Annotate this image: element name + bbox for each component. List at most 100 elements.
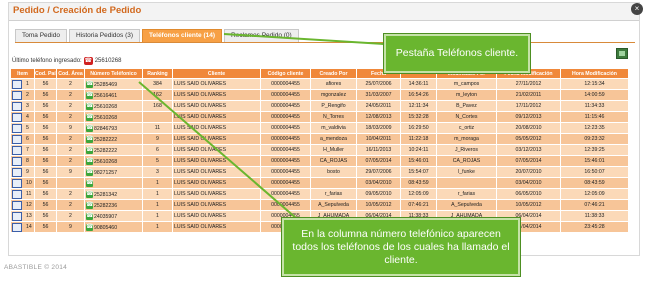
table-cell: LUIS SAID OLIVARES (172, 122, 261, 134)
edit-icon[interactable] (12, 79, 22, 89)
table-row[interactable]: 12 56 2 ☎25282236 1 LUIS SAID OLIVARES 0000004… (10, 199, 629, 211)
table-cell: 56 (34, 111, 57, 123)
phone-icon[interactable]: ☎ (86, 102, 93, 110)
table-cell: 1 (142, 177, 173, 189)
table-cell: 2 (10, 89, 35, 101)
tab-historia-pedidos[interactable]: Historia Pedidos (3) (68, 29, 141, 43)
table-cell: 8 (10, 155, 35, 167)
edit-icon[interactable] (12, 178, 22, 188)
col-header[interactable]: Hora Modificación (560, 68, 629, 79)
item-number: 4 (26, 114, 29, 121)
col-header[interactable]: Creado Por (310, 68, 357, 79)
col-header[interactable]: Código cliente (260, 68, 311, 79)
table-row[interactable]: 2 56 2 ☎25616461 162 LUIS SAID OLIVARES 000000… (10, 89, 629, 101)
phone-icon[interactable]: ☎ (86, 212, 93, 220)
edit-icon[interactable] (12, 200, 22, 210)
edit-icon[interactable] (12, 211, 22, 221)
edit-icon[interactable] (12, 112, 22, 122)
table-cell: 2 (56, 199, 85, 211)
phone-number: 90805460 (94, 224, 118, 231)
table-cell: ☎25282222 (84, 144, 143, 156)
table-cell: LUIS SAID OLIVARES (172, 100, 261, 112)
edit-icon[interactable] (12, 134, 22, 144)
item-number: 8 (26, 158, 29, 165)
table-row[interactable]: 4 56 2 ☎25610268 LUIS SAID OLIVARES 000000445… (10, 111, 629, 123)
table-row[interactable]: 9 56 9 ☎98271257 3 LUIS SAID OLIVARES 00000044… (10, 166, 629, 178)
close-icon[interactable]: × (631, 3, 643, 15)
table-cell: ☎25282222 (84, 133, 143, 145)
table-cell: 10/04/2011 (356, 133, 401, 145)
table-row[interactable]: 7 56 2 ☎25282222 6 LUIS SAID OLIVARES 00000044… (10, 144, 629, 156)
edit-icon[interactable] (12, 156, 22, 166)
table-cell: 0000004455 (260, 133, 311, 145)
col-header[interactable]: Cod. Área (56, 68, 85, 79)
table-cell: 20/08/2010 (496, 122, 561, 134)
edit-icon[interactable] (12, 189, 22, 199)
callout-column-note: En la columna número telefónico aparecen… (282, 218, 520, 276)
table-cell: 07:46:21 (400, 199, 437, 211)
table-cell: 12:23:35 (560, 122, 629, 134)
col-header[interactable]: Número Teléfonico (84, 68, 143, 79)
table-cell: 0000004455 (260, 100, 311, 112)
table-row[interactable]: 6 56 2 ☎25282222 9 LUIS SAID OLIVARES 00000044… (10, 133, 629, 145)
last-phone-value: 25610268 (94, 58, 122, 64)
edit-icon[interactable] (12, 90, 22, 100)
table-row[interactable]: 10 56 ☎ 1 LUIS SAID OLIVARES 0000004455 03/04/… (10, 177, 629, 189)
tab-telefonos-cliente[interactable]: Teléfonos cliente (14) (142, 29, 223, 43)
table-cell: LUIS SAID OLIVARES (172, 188, 261, 200)
table-cell: J_Riveros (436, 144, 497, 156)
table-cell: 03/04/2010 (496, 177, 561, 189)
phone-icon[interactable]: ☎ (86, 135, 93, 143)
phone-icon[interactable]: ☎ (86, 146, 93, 154)
table-row[interactable]: 3 56 2 ☎25610268 168 LUIS SAID OLIVARES 000000… (10, 100, 629, 112)
table-cell: 03/12/2013 (496, 144, 561, 156)
table-cell: a_mendoza (310, 133, 357, 145)
table-row[interactable]: 8 56 2 ☎25610268 5 LUIS SAID OLIVARES 00000044… (10, 155, 629, 167)
phone-icon[interactable]: ☎ (86, 80, 93, 88)
table-cell: ☎25610268 (84, 155, 143, 167)
table-cell: 0000004455 (260, 111, 311, 123)
table-cell: 1 (142, 221, 173, 233)
col-header[interactable]: Item (10, 68, 35, 79)
phone-icon[interactable]: ☎ (86, 190, 93, 198)
edit-icon[interactable] (12, 222, 22, 232)
last-phone-label: Último teléfono ingresado: (12, 58, 82, 64)
phone-icon[interactable]: ☎ (86, 201, 93, 209)
phone-icon[interactable]: ☎ (86, 223, 93, 231)
table-cell: 08:43:59 (560, 177, 629, 189)
table-row[interactable]: 1 56 2 ☎25285469 384 LUIS SAID OLIVARES 000000… (10, 78, 629, 90)
phone-icon[interactable]: ☎ (86, 124, 93, 132)
table-cell: 2 (56, 188, 85, 200)
edit-icon[interactable] (12, 167, 22, 177)
table-cell: LUIS SAID OLIVARES (172, 177, 261, 189)
edit-icon[interactable] (12, 145, 22, 155)
table-cell: 11:38:33 (560, 210, 629, 222)
phone-icon[interactable]: ☎ (86, 168, 93, 176)
phone-number: 25281342 (94, 191, 118, 198)
table-cell: 11 (142, 122, 173, 134)
edit-icon[interactable] (12, 123, 22, 133)
phone-icon[interactable]: ☎ (86, 91, 93, 99)
table-cell: 12/08/2013 (356, 111, 401, 123)
table-cell: 12:39:25 (560, 144, 629, 156)
phone-icon[interactable]: ☎ (86, 179, 93, 187)
table-cell: 11 (10, 188, 35, 200)
edit-icon[interactable] (12, 101, 22, 111)
table-cell: ☎25282236 (84, 199, 143, 211)
tab-toma-pedido[interactable]: Toma Pedido (15, 29, 67, 43)
table-row[interactable]: 5 56 9 ☎82846793 11 LUIS SAID OLIVARES 0000004… (10, 122, 629, 134)
excel-export-icon[interactable] (616, 48, 628, 59)
col-header[interactable]: Cliente (172, 68, 261, 79)
phone-icon[interactable]: ☎ (86, 113, 93, 121)
phone-icon[interactable]: ☎ (86, 157, 93, 165)
table-cell: mgonzalez (310, 89, 357, 101)
page-title: Pedido / Creación de Pedido (13, 5, 142, 16)
table-cell: 9 (56, 122, 85, 134)
table-row[interactable]: 11 56 2 ☎25281342 1 LUIS SAID OLIVARES 0000004… (10, 188, 629, 200)
table-cell: 2 (56, 111, 85, 123)
tab-reclamos-pedido[interactable]: Reclamos Pedido (0) (224, 29, 299, 43)
callout-tab-note: Pestaña Teléfonos cliente. (384, 34, 530, 73)
table-cell: 07:46:21 (560, 199, 629, 211)
col-header[interactable]: Cod. País (34, 68, 57, 79)
col-header[interactable]: Ranking (142, 68, 173, 79)
